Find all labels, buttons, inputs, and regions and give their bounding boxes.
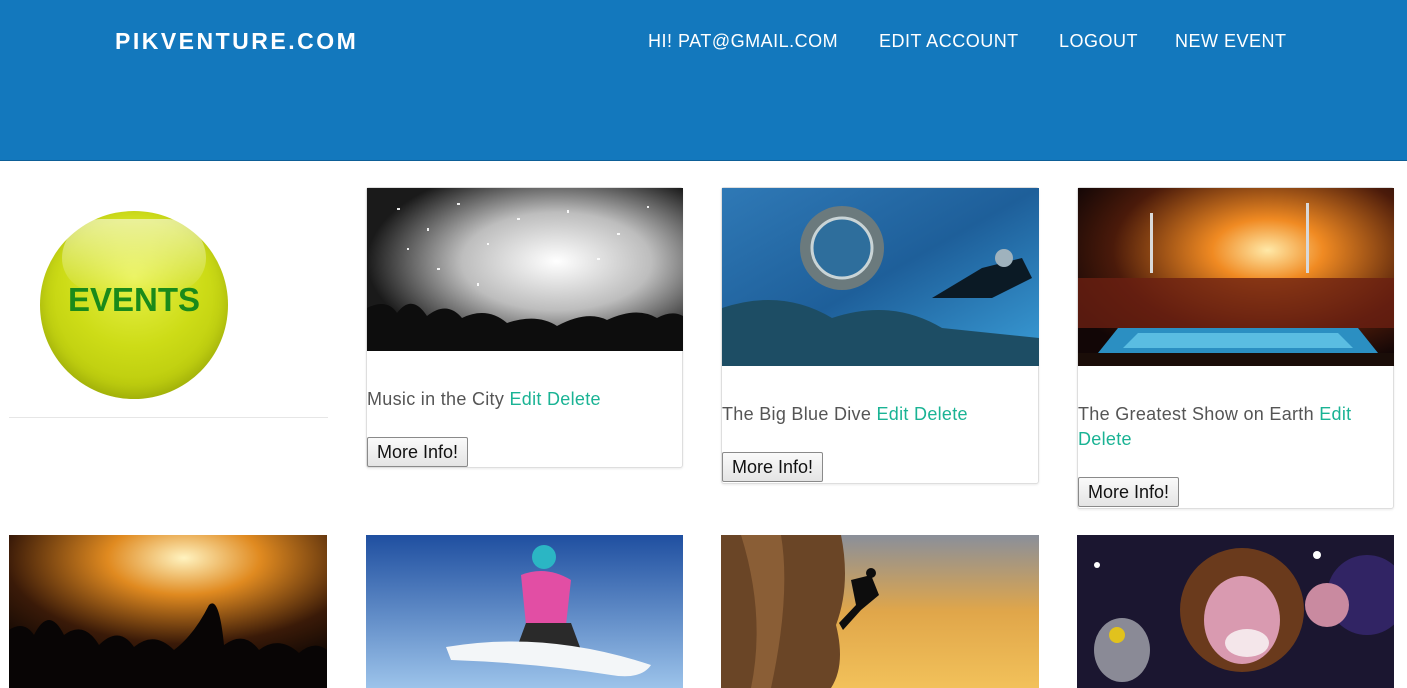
event-delete-link[interactable]: Delete (1078, 429, 1132, 449)
event-image-concert-confetti[interactable] (367, 188, 683, 351)
event-delete-link[interactable]: Delete (914, 404, 968, 424)
brand-logo-link[interactable]: PIKVENTURE.COM (115, 28, 358, 55)
event-caption: The Greatest Show on Earth Edit Delete (1078, 402, 1382, 452)
event-image-snowboarder[interactable] (366, 535, 683, 688)
event-edit-link[interactable]: Edit (876, 404, 908, 424)
event-title: Music in the City (367, 389, 505, 409)
event-image-crowd-concert[interactable] (9, 535, 327, 688)
sidebar-divider (9, 417, 328, 418)
more-info-button[interactable]: More Info! (1078, 477, 1180, 507)
event-image-underwater-dive[interactable] (722, 188, 1039, 366)
events-logo-text: EVENTS (67, 281, 201, 318)
event-caption: The Big Blue Dive Edit Delete (722, 402, 1039, 427)
nav-user-greeting[interactable]: HI! PAT@GMAIL.COM (648, 31, 838, 52)
more-info-button[interactable]: More Info! (367, 437, 469, 467)
nav-edit-account[interactable]: EDIT ACCOUNT (879, 31, 1019, 52)
event-image-stadium-show[interactable] (1078, 188, 1394, 366)
events-logo: EVENTS (40, 211, 228, 399)
more-info-button[interactable]: More Info! (722, 452, 824, 482)
event-title: The Greatest Show on Earth (1078, 404, 1314, 424)
event-title: The Big Blue Dive (722, 404, 872, 424)
event-delete-link[interactable]: Delete (547, 389, 601, 409)
top-navbar: PIKVENTURE.COM HI! PAT@GMAIL.COM EDIT AC… (0, 0, 1407, 161)
event-card: The Big Blue Dive Edit Delete More Info! (721, 187, 1039, 484)
event-image-animated-lion-show[interactable] (1077, 535, 1394, 688)
event-caption: Music in the City Edit Delete (367, 387, 683, 412)
event-image-rock-climber[interactable] (721, 535, 1039, 688)
event-card: The Greatest Show on Earth Edit Delete M… (1077, 187, 1394, 509)
event-edit-link[interactable]: Edit (509, 389, 541, 409)
event-edit-link[interactable]: Edit (1319, 404, 1351, 424)
nav-new-event[interactable]: NEW EVENT (1175, 31, 1287, 52)
nav-logout[interactable]: LOGOUT (1059, 31, 1138, 52)
event-card: Music in the City Edit Delete More Info! (366, 187, 683, 468)
